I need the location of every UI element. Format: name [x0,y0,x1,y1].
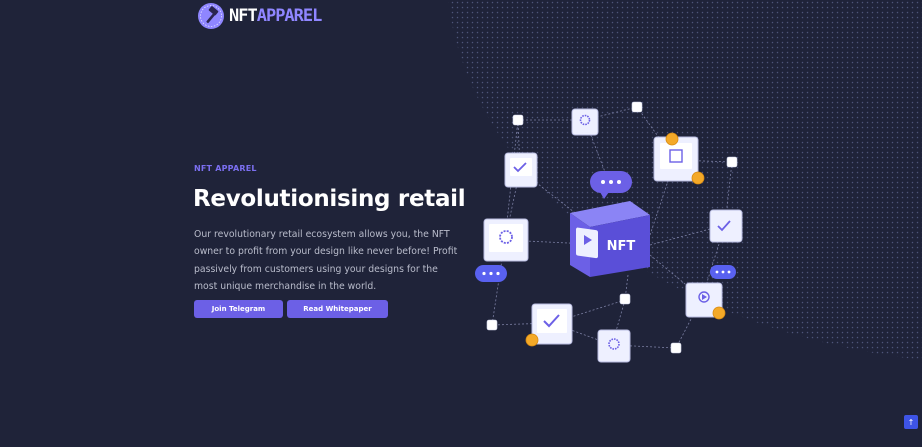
hero-eyebrow: NFT APPAREL [194,164,257,173]
hero-description: Our revolutionary retail ecosystem allow… [194,229,458,293]
cube-label: NFT [607,239,636,254]
nft-cube: NFT [570,201,650,277]
scroll-to-top-button[interactable]: ↑ [904,415,918,429]
brand-logo[interactable]: NFTAPPAREL [197,2,323,30]
brand-name-part2: APPAREL [256,6,323,26]
hammer-icon [198,3,224,29]
hero-title: Revolutionising retail [193,186,466,212]
nft-network-illustration: NFT [475,101,743,363]
brand-name: NFTAPPAREL [229,6,323,26]
brand-name-part1: NFT [229,6,258,26]
read-whitepaper-button[interactable]: Read Whitepaper [287,300,388,318]
arrow-up-icon: ↑ [907,417,915,427]
join-telegram-button[interactable]: Join Telegram [194,300,283,318]
